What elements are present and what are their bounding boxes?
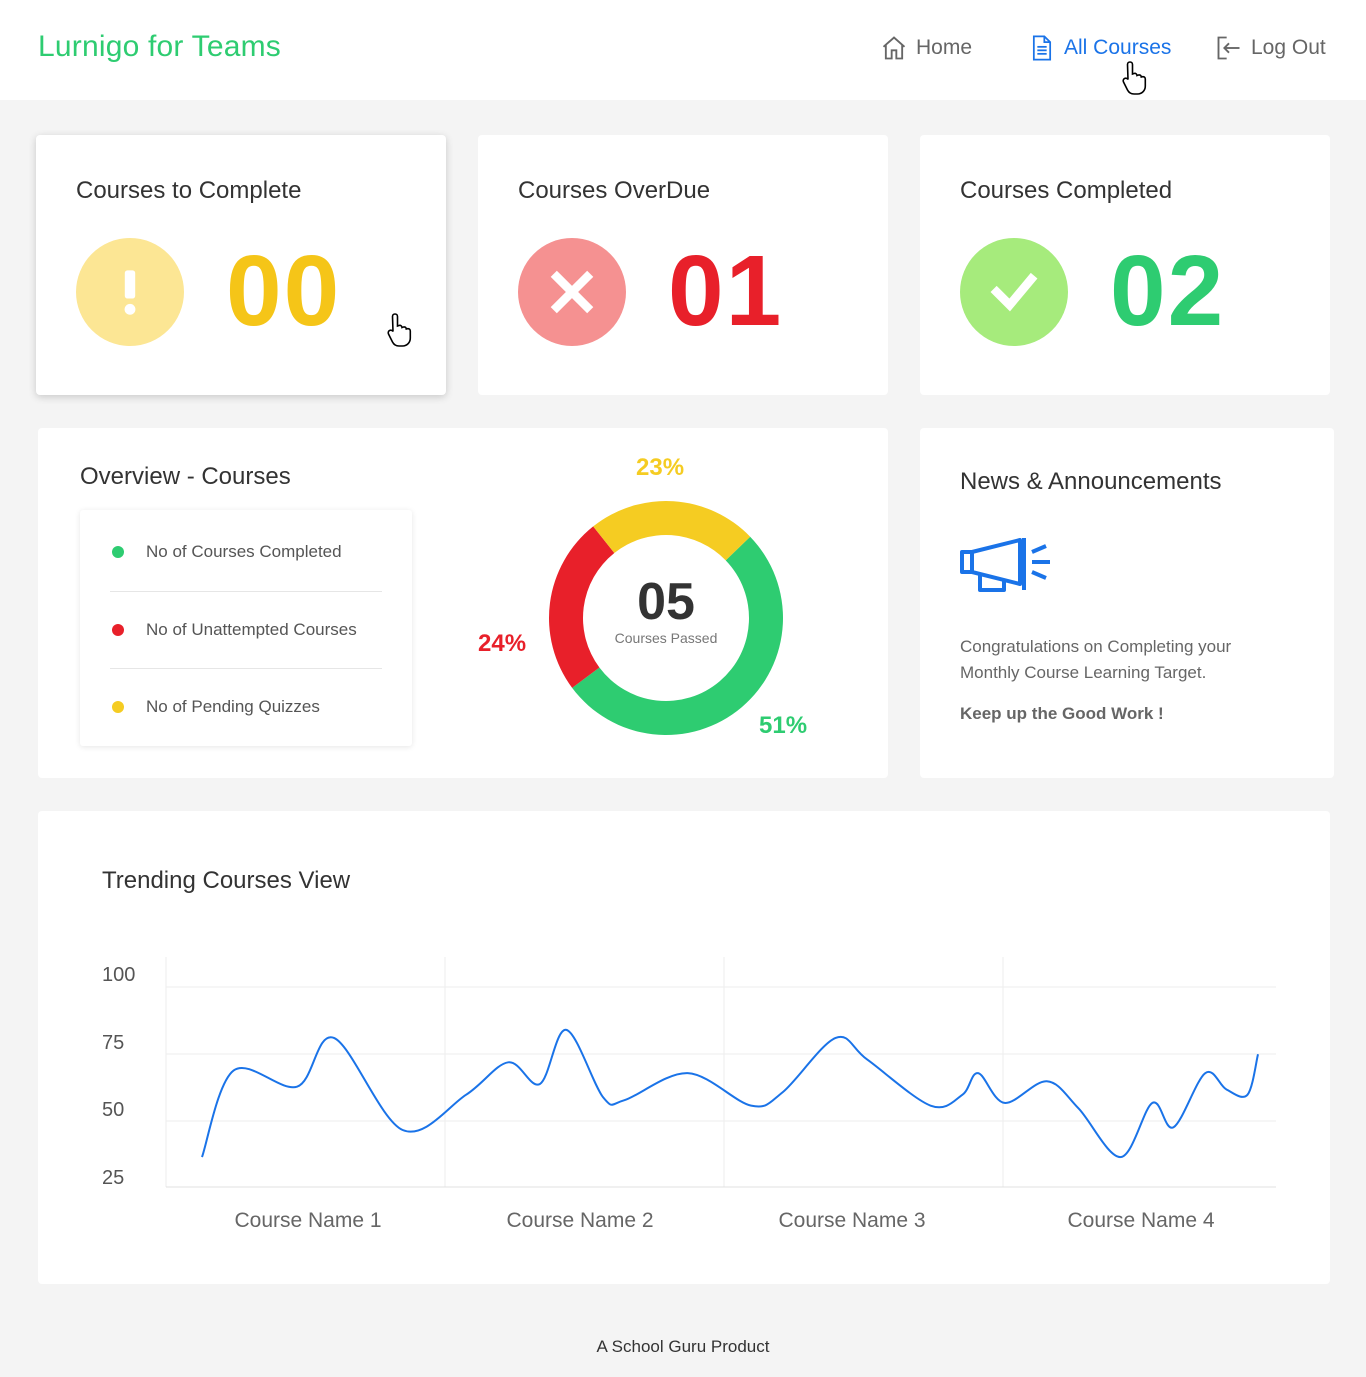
donut-center-value: 05 <box>637 573 695 631</box>
stat-circle <box>960 238 1068 346</box>
nav-log-out[interactable]: Log Out <box>1215 34 1326 62</box>
y-tick-label: 50 <box>102 1099 124 1121</box>
check-icon <box>990 272 1038 312</box>
y-tick-label: 25 <box>102 1167 124 1189</box>
document-icon <box>1032 35 1052 61</box>
top-header: Lurnigo for Teams Home All Courses Log O… <box>0 0 1366 100</box>
stat-value: 01 <box>668 235 784 347</box>
hand-cursor-icon <box>1122 61 1147 95</box>
news-announcements-card: News & Announcements Congratulations on … <box>920 428 1334 778</box>
hand-cursor-icon <box>387 313 412 347</box>
legend-label: No of Pending Quizzes <box>146 697 320 716</box>
y-tick-label: 75 <box>102 1032 124 1054</box>
news-title: News & Announcements <box>960 468 1222 495</box>
brand-logo[interactable]: Lurnigo for Teams <box>38 30 281 64</box>
exclamation-icon <box>124 270 136 315</box>
nav-log-out-label: Log Out <box>1251 36 1326 59</box>
donut-center-label: Courses Passed <box>614 630 718 646</box>
news-highlight: Keep up the Good Work ! <box>960 704 1164 723</box>
overview-donut-chart: 05 Courses Passed <box>544 496 783 735</box>
legend-dot <box>112 546 124 558</box>
card-title: Courses OverDue <box>518 177 711 204</box>
stat-circle <box>76 238 184 346</box>
news-message: Congratulations on Completing your Month… <box>960 637 1232 682</box>
courses-to-complete-card[interactable]: Courses to Complete 00 <box>36 135 446 395</box>
overview-legend: No of Courses Completed No of Unattempte… <box>80 510 412 746</box>
legend-item: No of Pending Quizzes <box>110 669 382 745</box>
nav-all-courses[interactable]: All Courses <box>1028 34 1171 62</box>
trend-series-line <box>201 1028 1259 1159</box>
stat-circle <box>518 238 626 346</box>
courses-overdue-card[interactable]: Courses OverDue 01 <box>478 135 888 395</box>
card-title: Courses Completed <box>960 177 1173 204</box>
y-tick-label: 100 <box>102 964 135 986</box>
x-category-label: Course Name 2 <box>506 1209 653 1232</box>
legend-label: No of Courses Completed <box>146 542 342 561</box>
stat-value: 00 <box>226 235 342 347</box>
legend-dot <box>112 624 124 636</box>
nav-home[interactable]: Home <box>880 34 972 62</box>
megaphone-icon <box>960 538 1050 592</box>
nav-all-courses-label: All Courses <box>1064 36 1172 59</box>
card-title: Courses to Complete <box>76 177 302 204</box>
legend-label: No of Unattempted Courses <box>146 620 357 639</box>
overview-title: Overview - Courses <box>80 463 291 490</box>
x-category-label: Course Name 1 <box>234 1209 381 1232</box>
home-icon <box>882 36 906 60</box>
legend-item: No of Courses Completed <box>110 514 382 590</box>
x-category-label: Course Name 4 <box>1067 1209 1214 1232</box>
overview-courses-card: Overview - Courses No of Courses Complet… <box>38 428 888 778</box>
trending-courses-card: Trending Courses View 100 75 50 25 Course Na… <box>38 811 1330 1284</box>
logout-icon <box>1217 36 1240 60</box>
donut-slice-pending[interactable] <box>593 501 751 561</box>
donut-label-pending: 23% <box>636 454 685 481</box>
nav-home-label: Home <box>916 36 973 59</box>
trending-line-chart: 100 75 50 25 Course Name 1 Course Name 2 Cours… <box>102 957 1276 1232</box>
footer-credit: A School Guru Product <box>596 1337 770 1356</box>
courses-completed-card[interactable]: Courses Completed 02 <box>920 135 1330 395</box>
donut-label-unattempted: 24% <box>478 630 527 657</box>
stat-value: 02 <box>1110 235 1226 347</box>
legend-item: No of Unattempted Courses <box>110 592 382 668</box>
legend-dot <box>112 701 124 713</box>
x-category-label: Course Name 3 <box>778 1209 925 1232</box>
donut-label-completed: 51% <box>759 712 808 739</box>
close-icon <box>550 270 594 314</box>
